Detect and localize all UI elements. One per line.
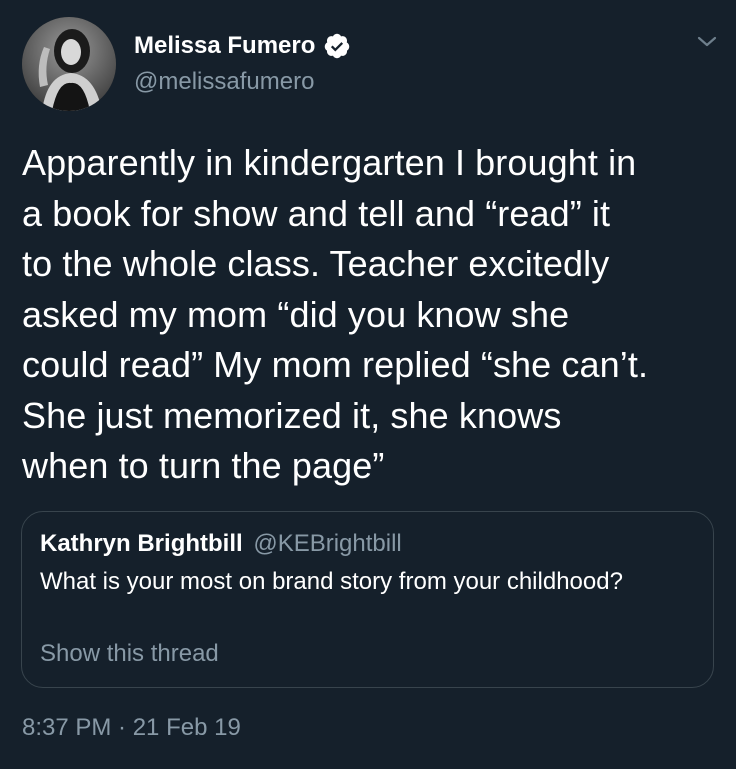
chevron-down-icon[interactable] — [694, 32, 720, 52]
tweet: Melissa Fumero @melissafumero Apparently… — [0, 0, 736, 769]
quoted-tweet-header: Kathryn Brightbill @KEBrightbill — [40, 530, 402, 558]
profile-photo-icon — [22, 17, 116, 111]
tweet-text: Apparently in kindergarten I brought in … — [22, 142, 649, 486]
author-name-row: Melissa Fumero — [134, 30, 351, 62]
author-display-name[interactable]: Melissa Fumero — [134, 32, 315, 60]
quoted-tweet-author-handle: @KEBrightbill — [253, 530, 402, 557]
tweet-author[interactable]: Melissa Fumero @melissafumero — [134, 30, 351, 96]
quoted-tweet-author-name: Kathryn Brightbill — [40, 530, 243, 557]
avatar[interactable] — [22, 17, 116, 111]
quoted-tweet-text: What is your most on brand story from yo… — [40, 568, 623, 595]
verified-badge-icon — [323, 32, 351, 60]
show-thread-link[interactable]: Show this thread — [40, 640, 219, 668]
tweet-timestamp[interactable]: 8:37 PM · 21 Feb 19 — [22, 714, 241, 742]
author-handle[interactable]: @melissafumero — [134, 68, 351, 96]
quoted-tweet[interactable]: Kathryn Brightbill @KEBrightbill What is… — [21, 511, 714, 688]
